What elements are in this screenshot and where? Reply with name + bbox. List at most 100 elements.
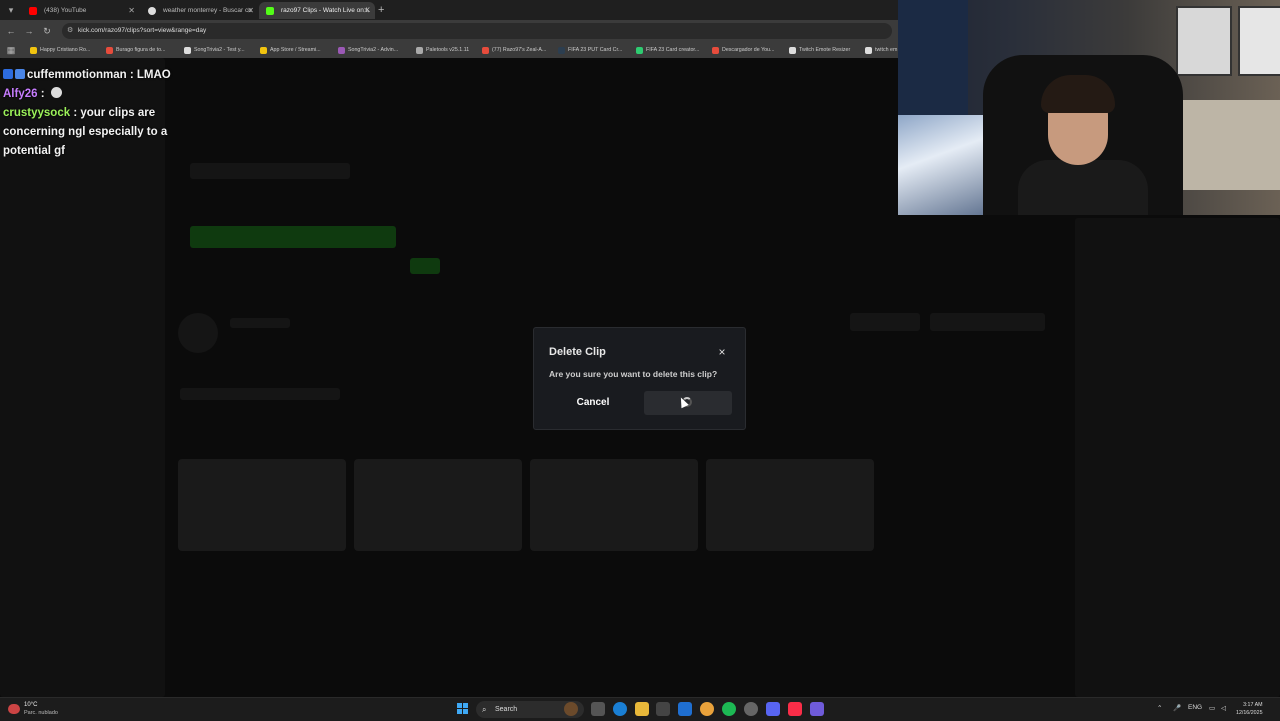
globe-icon xyxy=(148,7,156,15)
close-tab-icon[interactable]: ✕ xyxy=(247,2,254,19)
cancel-button[interactable]: Cancel xyxy=(549,391,637,415)
bookmark-label: Happy Cristiano Ro... xyxy=(40,47,91,53)
windows-start-icon[interactable] xyxy=(457,703,469,715)
music-icon[interactable] xyxy=(788,702,802,716)
edge-icon[interactable] xyxy=(613,702,627,716)
bookmark-item[interactable]: SongTrivia2 - Test y... xyxy=(184,44,264,56)
clip-thumbnail xyxy=(530,459,698,551)
bookmark-item[interactable]: Twitch Emote Resizer xyxy=(789,44,871,56)
chat-badge-icon xyxy=(15,69,25,79)
chrome-icon[interactable] xyxy=(700,702,714,716)
bookmark-item[interactable]: Happy Cristiano Ro... xyxy=(30,44,110,56)
chat-username: crustyysock xyxy=(3,107,71,119)
dialog-message: Are you sure you want to delete this cli… xyxy=(549,369,718,379)
bookmark-label: Burago figura de to... xyxy=(116,47,166,53)
weather-widget[interactable]: 10°C Parc. nublado xyxy=(8,701,78,719)
avatar-ghost xyxy=(178,313,218,353)
clip-thumbnail xyxy=(706,459,874,551)
bookmark-label: FIFA 23 Card creator... xyxy=(646,47,700,53)
tab-youtube[interactable]: (438) YouTube ✕ xyxy=(22,2,140,19)
bookmark-favicon-icon xyxy=(416,47,423,54)
bookmark-item[interactable]: (77) Razo97's Zeal-A... xyxy=(482,44,564,56)
network-icon[interactable]: ▭ xyxy=(1209,704,1215,712)
tab-kick-clips[interactable]: razo97 Clips - Watch Live on K ✕ xyxy=(259,2,375,19)
new-tab-button[interactable]: + xyxy=(378,2,384,18)
bookmark-item[interactable]: Paletools v25.1.11 xyxy=(416,44,488,56)
bookmark-label: Paletools v25.1.11 xyxy=(426,47,470,53)
chat-overlay: cuffemmotionman : LMAO Alfy26 : crustyys… xyxy=(3,66,193,161)
bookmark-favicon-icon xyxy=(184,47,191,54)
clip-thumbnail xyxy=(178,459,346,551)
back-icon[interactable]: ← xyxy=(4,24,18,38)
bookmark-label: SongTrivia2 - Test y... xyxy=(194,47,245,53)
kick-icon xyxy=(266,7,274,15)
bookmark-favicon-icon xyxy=(865,47,872,54)
bookmark-item[interactable]: SongTrivia2 - Advin... xyxy=(338,44,420,56)
task-view-icon[interactable] xyxy=(591,702,605,716)
chat-username: Alfy26 xyxy=(3,88,38,100)
chat-message: crustyysock : your clips are concerning … xyxy=(3,104,193,161)
system-clock[interactable]: 3:17 AM 12/16/2025 xyxy=(1236,701,1263,717)
chat-username: cuffemmotionman xyxy=(27,69,127,81)
bookmark-item[interactable]: FIFA 23 PUT Card Cr... xyxy=(558,44,640,56)
discord-icon[interactable] xyxy=(766,702,780,716)
chat-badge-icon xyxy=(3,69,13,79)
tab-weather[interactable]: weather monterrey - Buscar co ✕ xyxy=(141,2,259,19)
youtube-icon xyxy=(29,7,37,15)
apps-grid-icon[interactable]: ▦ xyxy=(4,43,18,57)
chat-message: Alfy26 : xyxy=(3,85,193,104)
weather-temp: 10°C xyxy=(24,702,38,708)
file-explorer-icon[interactable] xyxy=(635,702,649,716)
spotify-icon[interactable] xyxy=(722,702,736,716)
bookmark-favicon-icon xyxy=(260,47,267,54)
bookmark-label: (77) Razo97's Zeal-A... xyxy=(492,47,547,53)
teams-icon[interactable] xyxy=(810,702,824,716)
webcam-wall-frame xyxy=(1176,6,1232,76)
bookmarks-bar: ▦ Happy Cristiano Ro... Burago figura de… xyxy=(0,42,898,59)
reload-icon[interactable]: ↻ xyxy=(40,24,54,38)
tray-chevron-icon[interactable]: ⌃ xyxy=(1157,704,1162,712)
search-highlight-icon xyxy=(564,702,578,716)
forward-icon[interactable]: → xyxy=(22,24,36,38)
steam-icon[interactable] xyxy=(744,702,758,716)
chat-text: : LMAO xyxy=(126,69,171,81)
tab-search-chevron-icon[interactable]: ▾ xyxy=(4,3,18,17)
search-icon: ⌕ xyxy=(482,705,487,714)
bookmark-label: Twitch Emote Resizer xyxy=(799,47,851,53)
bookmark-item[interactable]: Burago figura de to... xyxy=(106,44,186,56)
volume-icon[interactable]: ◁ xyxy=(1221,704,1226,712)
bookmark-item[interactable]: App Store / Streami... xyxy=(260,44,342,56)
bookmark-favicon-icon xyxy=(338,47,345,54)
site-info-icon[interactable]: ⚙ xyxy=(67,23,73,39)
button-ghost xyxy=(850,313,920,331)
close-icon[interactable]: × xyxy=(716,345,728,359)
bookmark-favicon-icon xyxy=(636,47,643,54)
tabs-ghost xyxy=(180,388,340,400)
language-indicator[interactable]: ENG xyxy=(1188,704,1202,711)
bookmark-item[interactable]: FIFA 23 Card creator... xyxy=(636,44,718,56)
bookmark-favicon-icon xyxy=(482,47,489,54)
webcam-streamer-body xyxy=(1018,160,1148,215)
weather-desc: Parc. nublado xyxy=(24,710,58,716)
delete-clip-dialog: Delete Clip × Are you sure you want to d… xyxy=(533,327,746,430)
microphone-icon[interactable]: 🎤 xyxy=(1173,704,1181,712)
weather-icon xyxy=(8,704,20,714)
browser-tab-bar: ▾ (438) YouTube ✕ weather monterrey - Bu… xyxy=(0,0,898,20)
streamer-name-ghost xyxy=(190,163,350,179)
close-tab-icon[interactable]: ✕ xyxy=(128,2,135,19)
clock-time: 3:17 AM xyxy=(1243,702,1263,708)
tab-label: razo97 Clips - Watch Live on K xyxy=(281,7,370,14)
url-field[interactable]: ⚙ kick.com/razo97/clips?sort=view&range=… xyxy=(62,23,892,39)
tab-label: (438) YouTube xyxy=(44,7,87,14)
bookmark-favicon-icon xyxy=(789,47,796,54)
search-label: Search xyxy=(495,706,518,713)
mail-icon[interactable] xyxy=(678,702,692,716)
skull-emote-icon xyxy=(50,87,62,98)
store-icon[interactable] xyxy=(656,702,670,716)
live-badge-ghost xyxy=(410,258,440,274)
bookmark-item[interactable]: Descargador de You... xyxy=(712,44,794,56)
bookmark-label: Descargador de You... xyxy=(722,47,775,53)
close-tab-icon[interactable]: ✕ xyxy=(363,2,370,19)
bookmark-label: twitch em xyxy=(875,47,898,53)
bookmark-label: App Store / Streami... xyxy=(270,47,321,53)
